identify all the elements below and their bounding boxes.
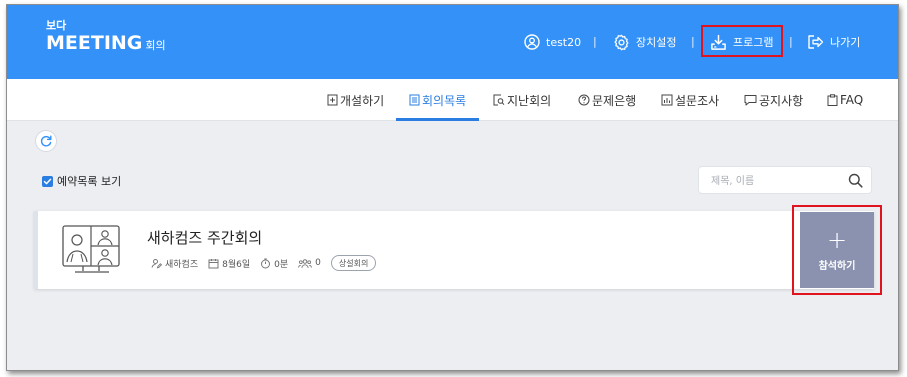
join-meeting-button[interactable]: + 참석하기 (800, 212, 874, 288)
meeting-title: 새하컴즈 주간회의 (147, 229, 263, 247)
check-icon (43, 178, 52, 184)
logo-suffix: 회의 (145, 39, 166, 52)
header: 보다 MEETING 회의 test20 | 장치설정 | 프로그램 | 나가기 (7, 5, 898, 79)
tab-label: 설문조사 (675, 93, 720, 108)
meeting-date-text: 8월6일 (222, 259, 251, 270)
user-name: test20 (546, 35, 582, 49)
question-icon (578, 94, 590, 106)
meeting-status-badge: 상설회의 (330, 255, 377, 271)
user-edit-icon (151, 258, 162, 269)
exit-button[interactable]: 나가기 (807, 31, 860, 53)
tab-meeting-list[interactable]: 회의목록 (409, 79, 466, 121)
header-separator: | (691, 35, 695, 48)
program-download-button[interactable]: 프로그램 (710, 31, 773, 53)
reservations-checkbox[interactable] (42, 175, 53, 187)
gear-icon (614, 34, 629, 50)
download-icon (711, 34, 726, 50)
meeting-host-name: 새하컴즈 (165, 259, 199, 270)
show-reservations-toggle[interactable]: 예약목록 보기 (42, 173, 121, 189)
search-icon[interactable] (848, 173, 863, 188)
plus-icon: + (826, 225, 848, 254)
search-input[interactable] (711, 173, 841, 189)
tab-label: 공지사항 (759, 93, 804, 108)
active-tab-indicator (396, 118, 479, 121)
search-box (698, 166, 872, 194)
main-nav: 개설하기 회의목록 지난회의 문제은행 설문조사 공지사항 FAQ (7, 79, 898, 121)
tab-label: 회의목록 (422, 93, 467, 108)
meeting-host: 새하컴즈 (151, 257, 198, 270)
tab-question-bank[interactable]: 문제은행 (578, 79, 636, 121)
clipboard-icon (827, 94, 838, 106)
meeting-duration: 0분 (260, 257, 288, 270)
show-reservations-label: 예약목록 보기 (57, 175, 122, 188)
user-icon (524, 34, 540, 50)
refresh-icon (40, 135, 52, 147)
user-menu[interactable]: test20 (524, 31, 581, 53)
search-doc-icon (493, 94, 505, 106)
video-conference-icon (62, 225, 120, 273)
tab-label: 문제은행 (592, 93, 637, 108)
tab-label: FAQ (840, 93, 864, 107)
tab-faq[interactable]: FAQ (827, 79, 863, 121)
logo-main-text: MEETING (46, 32, 143, 54)
header-separator: | (789, 35, 793, 48)
logo-main: MEETING 회의 (46, 32, 166, 57)
create-icon (327, 94, 338, 106)
refresh-button[interactable] (35, 130, 57, 152)
group-icon (298, 258, 313, 268)
tab-label: 개설하기 (340, 93, 385, 108)
tab-past-meetings[interactable]: 지난회의 (493, 79, 551, 121)
exit-icon (808, 35, 824, 49)
timer-icon (261, 258, 271, 268)
meeting-duration-text: 0분 (274, 259, 289, 270)
tab-create[interactable]: 개설하기 (327, 79, 384, 121)
chat-icon (744, 95, 757, 106)
meeting-meta: 새하컴즈 8월6일 0분 0 상설회의 (151, 255, 377, 271)
tab-notice[interactable]: 공지사항 (744, 79, 803, 121)
app-window: 보다 MEETING 회의 test20 | 장치설정 | 프로그램 | 나가기… (6, 4, 899, 371)
list-icon (409, 94, 420, 106)
chart-icon (661, 94, 673, 106)
exit-label: 나가기 (830, 36, 861, 49)
logo[interactable]: 보다 MEETING 회의 (46, 20, 166, 57)
header-separator: | (593, 35, 597, 48)
device-settings-label: 장치설정 (636, 36, 677, 49)
program-label: 프로그램 (733, 36, 774, 49)
calendar-icon (208, 258, 219, 268)
device-settings-button[interactable]: 장치설정 (613, 31, 676, 53)
meeting-participants: 0 (298, 258, 321, 269)
meeting-card[interactable]: 새하컴즈 주간회의 새하컴즈 8월6일 0분 0 상설회의 (34, 211, 874, 289)
join-meeting-label: 참석하기 (818, 260, 856, 272)
tab-label: 지난회의 (507, 93, 552, 108)
meeting-date: 8월6일 (208, 257, 250, 270)
meeting-participants-count: 0 (315, 258, 321, 268)
logo-sub: 보다 (46, 19, 67, 32)
tab-survey[interactable]: 설문조사 (661, 79, 719, 121)
